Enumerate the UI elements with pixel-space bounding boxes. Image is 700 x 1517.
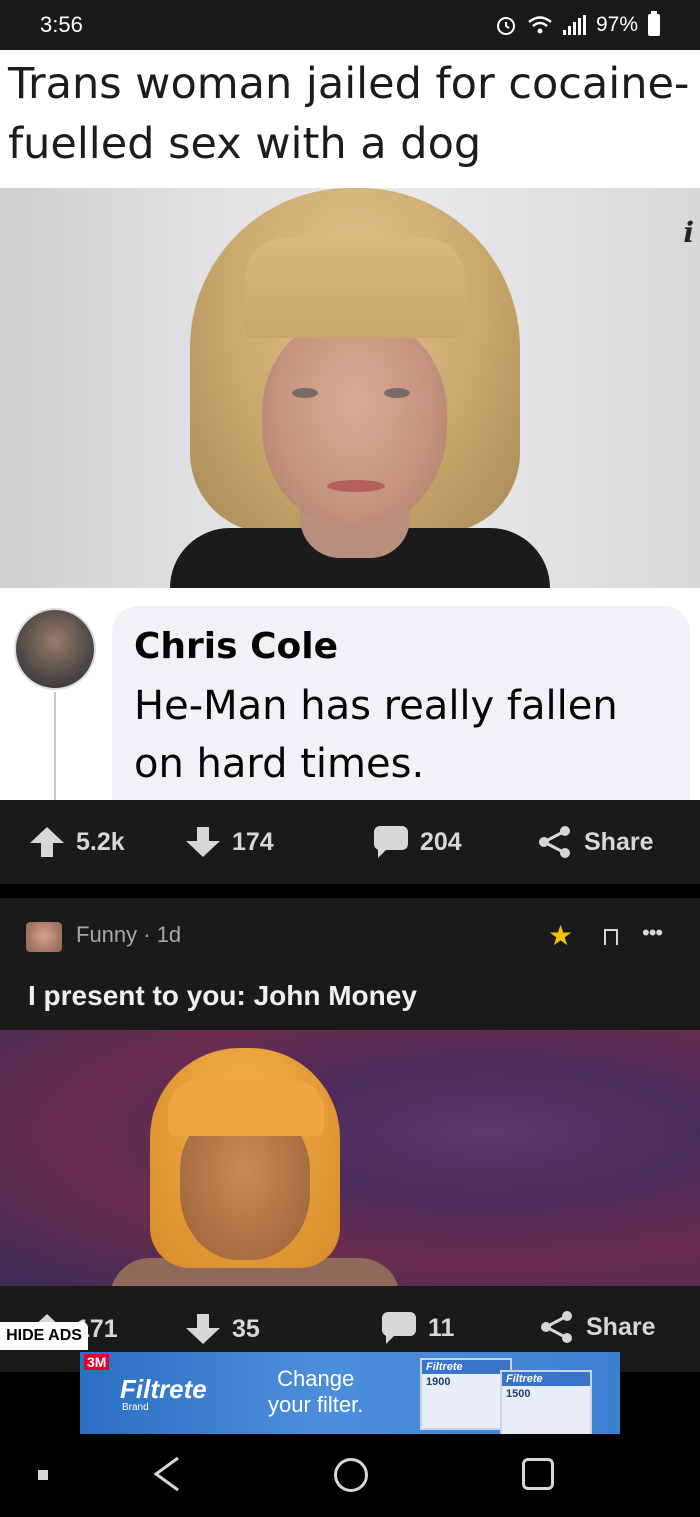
eye-right [384,388,410,398]
comment-count: 204 [420,827,462,856]
ad-product-box: Filtrete 1900 [420,1358,512,1430]
hide-ads-button[interactable]: HIDE ADS [0,1322,88,1350]
more-options-icon[interactable]: ••• [642,920,663,946]
star-icon[interactable]: ★ [548,922,573,950]
lips-shape [327,480,385,492]
share-button[interactable]: Share [540,1310,655,1344]
upvote-button[interactable]: 5.2k [30,827,125,857]
comments-button[interactable]: 11 [382,1312,454,1344]
character-bangs [168,1080,324,1136]
comment-author: Chris Cole [134,626,339,667]
post-action-bar: 5.2k 174 204 Share [0,800,700,884]
overview-icon[interactable] [522,1458,554,1490]
comment-icon [382,1312,416,1344]
share-icon [539,826,570,858]
ad-tagline: Change your filter. [268,1366,363,1418]
downvote-count: 174 [232,827,274,856]
comment-count: 11 [428,1313,455,1342]
alarm-icon [496,17,515,35]
downvote-button[interactable]: 35 [186,1314,260,1344]
comment-text: He-Man has really fallen on hard times. [134,683,618,787]
ad-box-head: Filtrete [502,1372,590,1386]
share-label: Share [584,827,654,856]
ad-tagline-line1: Change [277,1366,355,1391]
ad-tagline-line2: your filter. [268,1392,364,1417]
bookmark-icon[interactable] [604,929,618,945]
status-time: 3:56 [40,12,83,37]
downvote-count: 35 [232,1314,260,1343]
ad-box-head: Filtrete [422,1360,510,1374]
subreddit-meta[interactable]: Funny · 1d [76,922,181,948]
ad-badge: 3M [84,1354,110,1370]
back-icon[interactable] [152,1456,182,1492]
subreddit-avatar[interactable] [26,922,62,952]
wifi-icon [528,16,552,34]
battery-icon [648,11,660,36]
home-icon[interactable] [334,1458,368,1492]
upvote-count: 5.2k [76,827,125,856]
status-icons: 97% [495,11,660,37]
battery-percent: 97% [595,13,638,36]
face-shape [262,318,447,528]
downvote-icon [186,1314,220,1344]
ad-product-box: Filtrete 1500 [500,1370,592,1434]
share-button[interactable]: Share [538,825,653,859]
share-label: Share [586,1312,656,1341]
article-headline: Trans woman jailed for cocaine-fuelled s… [8,59,690,169]
post-header: Funny · 1d ★ ••• I present to you: John … [0,898,700,1030]
recents-dot-icon[interactable] [38,1470,48,1480]
upvote-icon [30,827,64,857]
thread-line [54,692,56,800]
share-icon [541,1311,572,1343]
system-nav-bar [0,1434,700,1517]
downvote-button[interactable]: 174 [186,827,274,857]
post-separator [0,884,700,898]
post-image[interactable]: Trans woman jailed for cocaine-fuelled s… [0,50,700,800]
status-bar: 3:56 97% [0,0,700,50]
ad-brand: Filtrete [120,1374,207,1404]
comment-screenshot: Chris Cole He-Man has really fallen on h… [0,588,700,800]
signal-icon [562,15,586,35]
comment-bubble: Chris Cole He-Man has really fallen on h… [112,606,690,800]
downvote-icon [186,827,220,857]
comment-icon [374,826,408,858]
info-icon: i [683,216,694,249]
bangs-shape [245,238,465,338]
ad-box-number: 1500 [506,1388,531,1400]
mugshot-photo: i [0,188,700,588]
post-image[interactable] [0,1030,700,1286]
ad-banner[interactable]: 3M Filtrete Brand Change your filter. Fi… [80,1352,620,1434]
post-title[interactable]: I present to you: John Money [28,980,417,1012]
avatar [14,608,96,690]
ad-brand-sub: Brand [122,1402,149,1413]
eye-left [292,388,318,398]
ad-box-number: 1900 [426,1376,451,1388]
comments-button[interactable]: 204 [374,826,462,858]
